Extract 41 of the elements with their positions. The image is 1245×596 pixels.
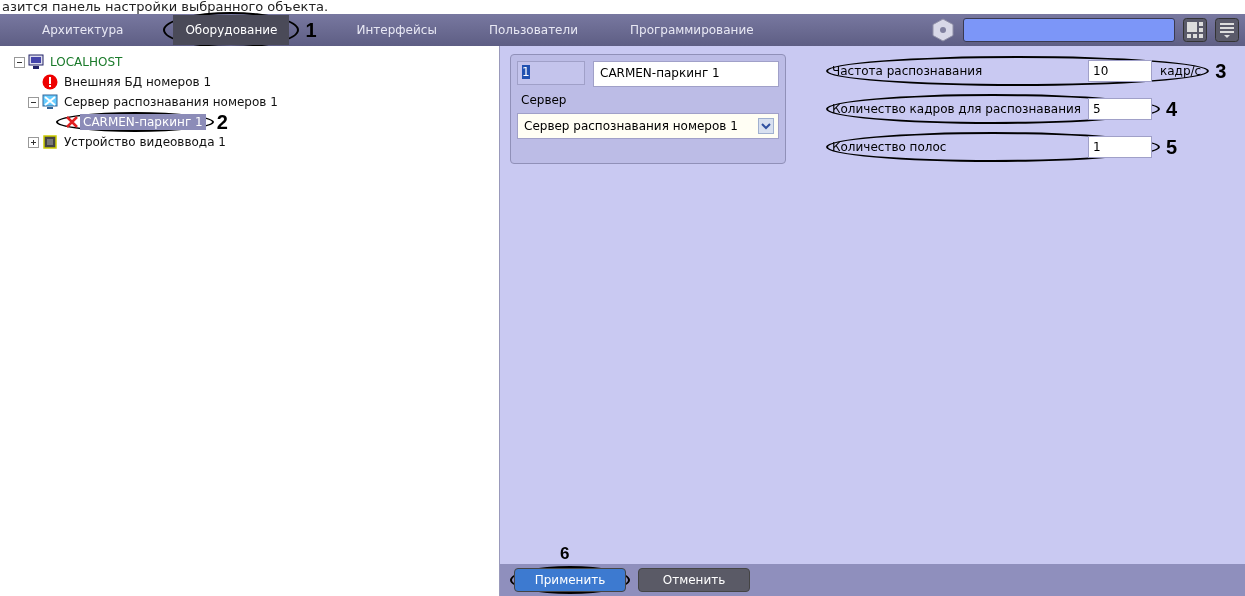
caption-text: азится панель настройки выбранного объекта. bbox=[1, 0, 330, 14]
callout-number: 5 bbox=[1166, 135, 1178, 159]
chip-icon bbox=[42, 134, 58, 150]
expander-icon[interactable] bbox=[14, 56, 25, 68]
server-dropdown[interactable]: Сервер распознавания номеров 1 bbox=[517, 113, 779, 139]
server-tools-icon bbox=[42, 94, 58, 110]
name-field[interactable]: CARMEN-паркинг 1 bbox=[593, 61, 779, 87]
tree-item[interactable]: Устройство видеоввода 1 bbox=[61, 134, 229, 150]
tab[interactable]: Оборудование bbox=[173, 15, 290, 45]
tree-item[interactable]: LOCALHOST bbox=[47, 54, 126, 70]
tab[interactable]: Архитектура bbox=[30, 15, 136, 45]
cancel-button[interactable]: Отменить bbox=[638, 568, 750, 592]
setting-label: Количество кадров для распознавания bbox=[832, 102, 1082, 116]
computer-icon bbox=[28, 54, 44, 70]
menu-icon[interactable] bbox=[1215, 18, 1239, 42]
input-field[interactable]: 5 bbox=[1088, 98, 1152, 120]
expander-icon[interactable] bbox=[28, 136, 39, 148]
expander-icon[interactable] bbox=[28, 96, 39, 108]
callout-number: 1 bbox=[305, 18, 317, 42]
input-field[interactable]: 10 bbox=[1088, 60, 1152, 82]
input-field[interactable]: 1 bbox=[1088, 136, 1152, 158]
tree-item[interactable]: Внешняя БД номеров 1 bbox=[61, 74, 215, 90]
callout-number: 6 bbox=[560, 544, 570, 564]
tab[interactable]: Интерфейсы bbox=[344, 15, 449, 45]
callout-number: 4 bbox=[1166, 97, 1178, 121]
callout-number: 3 bbox=[1215, 59, 1227, 83]
tree-item[interactable]: Сервер распознавания номеров 1 bbox=[61, 94, 281, 110]
callout-number: 2 bbox=[216, 110, 228, 134]
tab[interactable]: Пользователи bbox=[476, 15, 590, 45]
apply-button[interactable]: Применить bbox=[514, 568, 626, 592]
cross-icon bbox=[64, 114, 80, 130]
setting-label: Частота распознавания bbox=[832, 64, 984, 78]
unit-label: кадр/с bbox=[1159, 64, 1202, 78]
layout-grid-icon[interactable] bbox=[1183, 18, 1207, 42]
number-field[interactable]: 1 bbox=[517, 61, 585, 85]
setting-label: Количество полос bbox=[832, 140, 948, 154]
search-field[interactable] bbox=[963, 18, 1175, 42]
error-icon bbox=[42, 74, 58, 90]
hexagon-icon[interactable] bbox=[931, 18, 955, 42]
field-label: Сервер bbox=[520, 93, 568, 107]
tab[interactable]: Программирование bbox=[618, 15, 766, 45]
